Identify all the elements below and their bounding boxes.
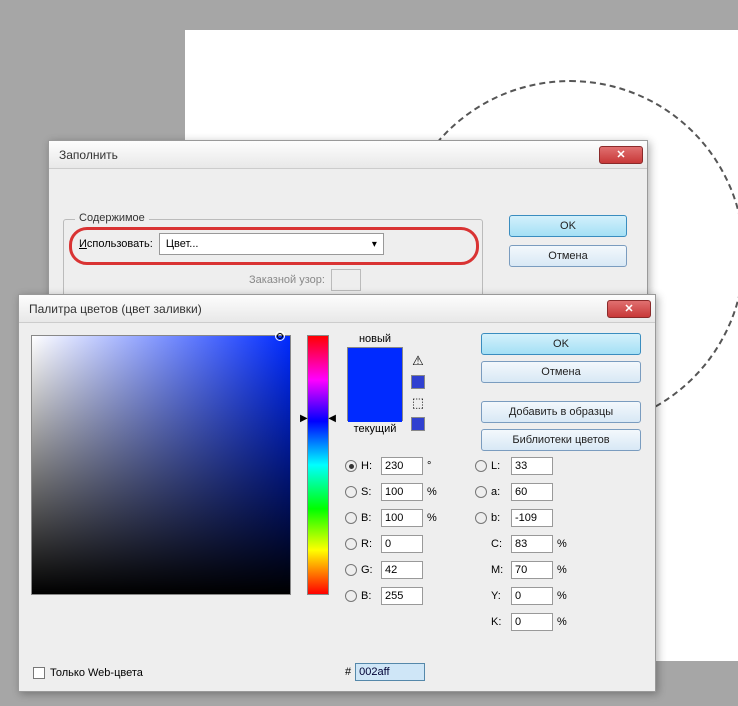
cancel-button[interactable]: Отмена [481,361,641,383]
y-label: Y: [491,590,511,602]
fill-dialog: Заполнить Содержимое Использовать: Цвет.… [48,140,648,320]
saturation-value-field[interactable] [31,335,291,595]
color-libraries-button[interactable]: Библиотеки цветов [481,429,641,451]
b-hsb-label: B: [361,512,381,524]
b-hsb-radio[interactable] [345,512,357,524]
b-lab-input[interactable] [511,509,553,527]
a-radio[interactable] [475,486,487,498]
k-label: K: [491,616,511,628]
b-rgb-label: B: [361,590,381,602]
a-label: a: [491,486,511,498]
g-label: G: [361,564,381,576]
gamut-corrected-swatch[interactable] [411,375,425,389]
b-lab-radio[interactable] [475,512,487,524]
add-swatch-button[interactable]: Добавить в образцы [481,401,641,423]
color-preview-swatch [347,347,403,421]
color-picker-dialog: Палитра цветов (цвет заливки) новый теку… [18,294,656,692]
current-color-swatch[interactable] [348,385,402,422]
s-radio[interactable] [345,486,357,498]
new-color-swatch [348,348,402,385]
m-label: M: [491,564,511,576]
g-input[interactable] [381,561,423,579]
pattern-label: Заказной узор: [249,274,325,286]
y-input[interactable] [511,587,553,605]
content-fieldset-label: Содержимое [75,212,149,224]
hue-slider[interactable] [307,335,329,595]
websafe-warning-icon[interactable]: ⬚ [412,395,424,411]
a-input[interactable] [511,483,553,501]
close-button[interactable] [599,146,643,164]
l-radio[interactable] [475,460,487,472]
c-label: C: [491,538,511,550]
b-hsb-input[interactable] [381,509,423,527]
g-radio[interactable] [345,564,357,576]
sv-cursor[interactable] [275,331,285,341]
close-button[interactable] [607,300,651,318]
picker-titlebar[interactable]: Палитра цветов (цвет заливки) [19,295,655,323]
s-input[interactable] [381,483,423,501]
ok-button[interactable]: OK [509,215,627,237]
websafe-corrected-swatch[interactable] [411,417,425,431]
hue-slider-thumb[interactable] [300,413,336,424]
r-label: R: [361,538,381,550]
b-lab-label: b: [491,512,511,524]
pattern-swatch [331,269,361,291]
fill-dialog-titlebar[interactable]: Заполнить [49,141,647,169]
ok-button[interactable]: OK [481,333,641,355]
h-label: H: [361,460,381,472]
h-input[interactable] [381,457,423,475]
k-input[interactable] [511,613,553,631]
hex-label: # [345,666,351,678]
picker-title: Палитра цветов (цвет заливки) [29,302,607,316]
new-color-label: новый [347,333,403,345]
h-radio[interactable] [345,460,357,472]
c-input[interactable] [511,535,553,553]
r-input[interactable] [381,535,423,553]
current-color-label: текущий [347,423,403,435]
gamut-warning-icon[interactable]: ⚠ [412,353,424,369]
m-input[interactable] [511,561,553,579]
b-rgb-radio[interactable] [345,590,357,602]
l-input[interactable] [511,457,553,475]
webonly-label: Только Web-цвета [50,667,143,679]
r-radio[interactable] [345,538,357,550]
highlight-annotation [69,227,479,265]
fill-dialog-title: Заполнить [59,148,599,162]
cancel-button[interactable]: Отмена [509,245,627,267]
b-rgb-input[interactable] [381,587,423,605]
s-label: S: [361,486,381,498]
l-label: L: [491,460,511,472]
hex-input[interactable] [355,663,425,681]
webonly-checkbox[interactable] [33,667,45,679]
